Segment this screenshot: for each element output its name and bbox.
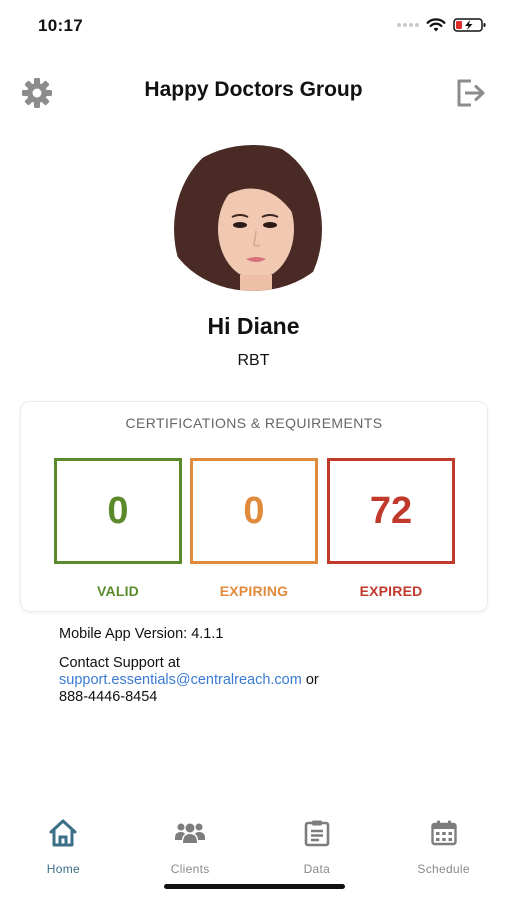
expired-label: EXPIRED (359, 583, 423, 599)
valid-count: 0 (107, 489, 129, 532)
app-version: Mobile App Version: 4.1.1 (59, 626, 224, 642)
tab-data-label: Data (303, 862, 331, 876)
logout-button[interactable] (451, 74, 489, 112)
certifications-title: CERTIFICATIONS & REQUIREMENTS (125, 415, 383, 431)
status-icons (397, 17, 487, 33)
user-role: RBT (237, 352, 270, 369)
tab-schedule[interactable]: Schedule (380, 808, 507, 878)
tab-schedule-label: Schedule (417, 862, 470, 876)
tab-home-label: Home (46, 862, 80, 876)
contact-prefix: Contact Support at (59, 655, 180, 671)
avatar (164, 145, 342, 291)
support-phone[interactable]: 888-4446-8454 (59, 689, 319, 706)
valid-count-box[interactable]: 0 (54, 458, 182, 564)
contact-line: support.essentials@centralreach.com or (59, 672, 319, 689)
expired-count-box[interactable]: 72 (327, 458, 455, 564)
expiring-label: EXPIRING (219, 583, 289, 599)
status-time: 10:17 (38, 16, 83, 35)
or-text: or (305, 672, 319, 688)
status-bar: 10:17 (0, 0, 507, 52)
logout-icon (457, 79, 485, 107)
expiring-count-box[interactable]: 0 (190, 458, 318, 564)
app-header: Happy Doctors Group (0, 70, 507, 114)
home-indicator (164, 884, 345, 889)
tab-data[interactable]: Data (254, 808, 381, 878)
greeting: Hi Diane (207, 313, 300, 339)
page-title: Happy Doctors Group (144, 78, 363, 101)
tab-clients[interactable]: Clients (127, 808, 254, 878)
expired-count: 72 (369, 489, 413, 532)
certifications-card[interactable]: CERTIFICATIONS & REQUIREMENTS 0 VALID 0 … (20, 401, 488, 612)
valid-label: VALID (97, 583, 139, 599)
tab-home[interactable]: Home (0, 808, 127, 878)
avatar-photo (164, 145, 342, 291)
battery-charging-icon (453, 18, 486, 32)
expiring-count: 0 (243, 489, 265, 532)
tab-bar: Home Clients Data Schedule (0, 808, 507, 878)
clipboard-icon (304, 820, 330, 847)
wifi-icon (426, 17, 446, 31)
clients-icon (175, 823, 206, 843)
calendar-icon (430, 820, 457, 846)
contact-support: Contact Support at support.essentials@ce… (59, 655, 319, 706)
cellular-signal-icon (397, 23, 419, 27)
home-icon (49, 819, 77, 847)
support-email-link[interactable]: support.essentials@centralreach.com (59, 672, 302, 688)
tab-clients-label: Clients (170, 862, 210, 876)
